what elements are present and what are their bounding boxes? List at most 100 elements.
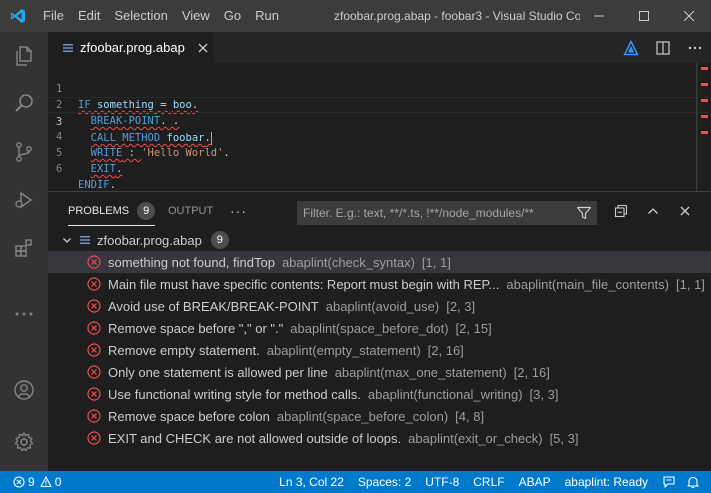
problem-item[interactable]: Main file must have specific contents: R… — [48, 273, 711, 295]
menu-selection[interactable]: Selection — [107, 0, 174, 32]
menu-edit[interactable]: Edit — [71, 0, 107, 32]
chevron-down-icon[interactable] — [60, 234, 74, 246]
window-controls — [576, 0, 711, 32]
menu-bar: File Edit Selection View Go Run — [36, 0, 286, 32]
menu-run[interactable]: Run — [248, 0, 286, 32]
error-icon — [13, 476, 25, 488]
close-icon — [683, 11, 694, 21]
overview-error-marker — [701, 83, 708, 86]
close-icon — [198, 43, 208, 52]
encoding[interactable]: UTF-8 — [420, 471, 464, 493]
problems-filter-input[interactable]: Filter. E.g.: text, **/*.ts, !**/node_mo… — [297, 201, 597, 225]
source-control-icon[interactable] — [0, 128, 48, 176]
accounts-icon[interactable] — [0, 366, 48, 414]
problem-message: Only one statement is allowed per line — [108, 364, 328, 380]
problem-source: abaplint(main_file_contents) — [506, 276, 669, 292]
problem-item[interactable]: Remove empty statement. abaplint(empty_s… — [48, 339, 711, 361]
problem-location: [2, 15] — [455, 320, 492, 336]
search-icon[interactable] — [0, 80, 48, 128]
minimize-button[interactable] — [576, 0, 621, 32]
extensions-icon[interactable] — [0, 224, 48, 272]
maximize-icon — [638, 11, 649, 21]
settings-gear-icon[interactable] — [0, 418, 48, 466]
window-title: zfoobar.prog.abap - foobar3 - Visual Stu… — [334, 9, 580, 23]
error-icon — [86, 430, 102, 446]
tab-problems[interactable]: PROBLEMS 9 — [68, 192, 156, 230]
problem-item[interactable]: EXIT and CHECK are not allowed outside o… — [48, 427, 711, 449]
code-line: 1 IF something = boo. — [48, 65, 711, 111]
split-editor-button[interactable] — [647, 32, 679, 63]
overview-ruler[interactable] — [697, 63, 711, 191]
error-count: 9 — [28, 475, 35, 489]
problem-item[interactable]: Avoid use of BREAK/BREAK-POINT abaplint(… — [48, 295, 711, 317]
problem-item[interactable]: Only one statement is allowed per line a… — [48, 361, 711, 383]
problems-file-group[interactable]: zfoobar.prog.abap 9 — [48, 229, 711, 251]
problem-item[interactable]: Remove space before colon abaplint(space… — [48, 405, 711, 427]
close-panel-button[interactable] — [669, 201, 701, 221]
run-debug-icon[interactable] — [0, 176, 48, 224]
feedback-icon — [663, 476, 675, 488]
collapse-all-button[interactable] — [605, 201, 637, 221]
problem-location: [2, 16] — [513, 364, 550, 380]
problem-source: abaplint(space_before_colon) — [276, 408, 449, 424]
code-editor[interactable]: 1 IF something = boo. 2 BREAK-POINT. . 3… — [48, 63, 711, 191]
abap-file-icon — [62, 42, 74, 54]
problem-location: [2, 16] — [427, 342, 464, 358]
notifications-button[interactable] — [681, 471, 705, 493]
close-window-button[interactable] — [666, 0, 711, 32]
editor-more-actions-button[interactable] — [679, 32, 711, 63]
problem-location: [3, 3] — [529, 386, 559, 402]
minimize-icon — [593, 15, 604, 17]
maximize-button[interactable] — [621, 0, 666, 32]
problem-location: [5, 3] — [549, 430, 579, 446]
error-icon — [86, 386, 102, 402]
more-views-icon[interactable] — [0, 290, 48, 338]
linter-status[interactable]: abaplint: Ready — [560, 471, 653, 493]
error-icon — [86, 320, 102, 336]
menu-file[interactable]: File — [36, 0, 71, 32]
code-line: 5 EXIT. — [48, 129, 711, 175]
problem-message: Use functional writing style for method … — [108, 386, 361, 402]
editor-tab-bar: zfoobar.prog.abap — [48, 32, 711, 63]
feedback-button[interactable] — [657, 471, 681, 493]
problem-location: [1, 1] — [676, 276, 705, 292]
problem-item[interactable]: Remove space before "," or "." abaplint(… — [48, 317, 711, 339]
problem-message: Remove space before "," or "." — [108, 320, 284, 336]
error-icon — [86, 254, 102, 270]
activity-bar — [0, 32, 48, 471]
code-line: 2 BREAK-POINT. . — [48, 81, 711, 127]
problem-item[interactable]: Use functional writing style for method … — [48, 383, 711, 405]
language-mode[interactable]: ABAP — [514, 471, 556, 493]
tab-output[interactable]: OUTPUT — [168, 192, 213, 230]
overview-error-marker — [701, 115, 708, 118]
filter-placeholder: Filter. E.g.: text, **/*.ts, !**/node_mo… — [303, 206, 534, 220]
problem-source: abaplint(empty_statement) — [266, 342, 421, 358]
collapse-all-icon — [614, 204, 628, 218]
panel-more-tabs-button[interactable]: ··· — [230, 192, 247, 230]
title-bar: File Edit Selection View Go Run zfoobar.… — [0, 0, 711, 32]
cursor-position[interactable]: Ln 3, Col 22 — [274, 471, 349, 493]
explorer-icon[interactable] — [0, 32, 48, 80]
tab-zfoobar-prog-abap[interactable]: zfoobar.prog.abap — [48, 32, 214, 63]
menu-view[interactable]: View — [175, 0, 217, 32]
active-tab-indicator — [68, 225, 156, 226]
code-line: 6 ENDIF. — [48, 145, 711, 191]
tab-label: zfoobar.prog.abap — [80, 40, 185, 55]
error-icon — [86, 408, 102, 424]
problem-message: Remove space before colon — [108, 408, 270, 424]
tab-problems-label: PROBLEMS — [68, 205, 130, 217]
problems-panel: PROBLEMS 9 OUTPUT ··· Filter. E.g.: text… — [48, 191, 711, 471]
line-endings[interactable]: CRLF — [468, 471, 509, 493]
indentation[interactable]: Spaces: 2 — [353, 471, 416, 493]
menu-go[interactable]: Go — [217, 0, 248, 32]
problems-status[interactable]: 9 0 — [8, 471, 66, 493]
filter-icon[interactable] — [571, 201, 597, 225]
code-line: 4 WRITE : 'Hello World'. — [48, 113, 711, 159]
abaplint-action-button[interactable] — [615, 32, 647, 63]
problem-message: Avoid use of BREAK/BREAK-POINT — [108, 298, 319, 314]
problem-location: [2, 3] — [446, 298, 476, 314]
maximize-panel-button[interactable] — [637, 201, 669, 221]
tab-close-button[interactable] — [195, 40, 211, 56]
problem-item[interactable]: something not found, findTop abaplint(ch… — [48, 251, 711, 273]
problem-source: abaplint(check_syntax) — [281, 254, 415, 270]
